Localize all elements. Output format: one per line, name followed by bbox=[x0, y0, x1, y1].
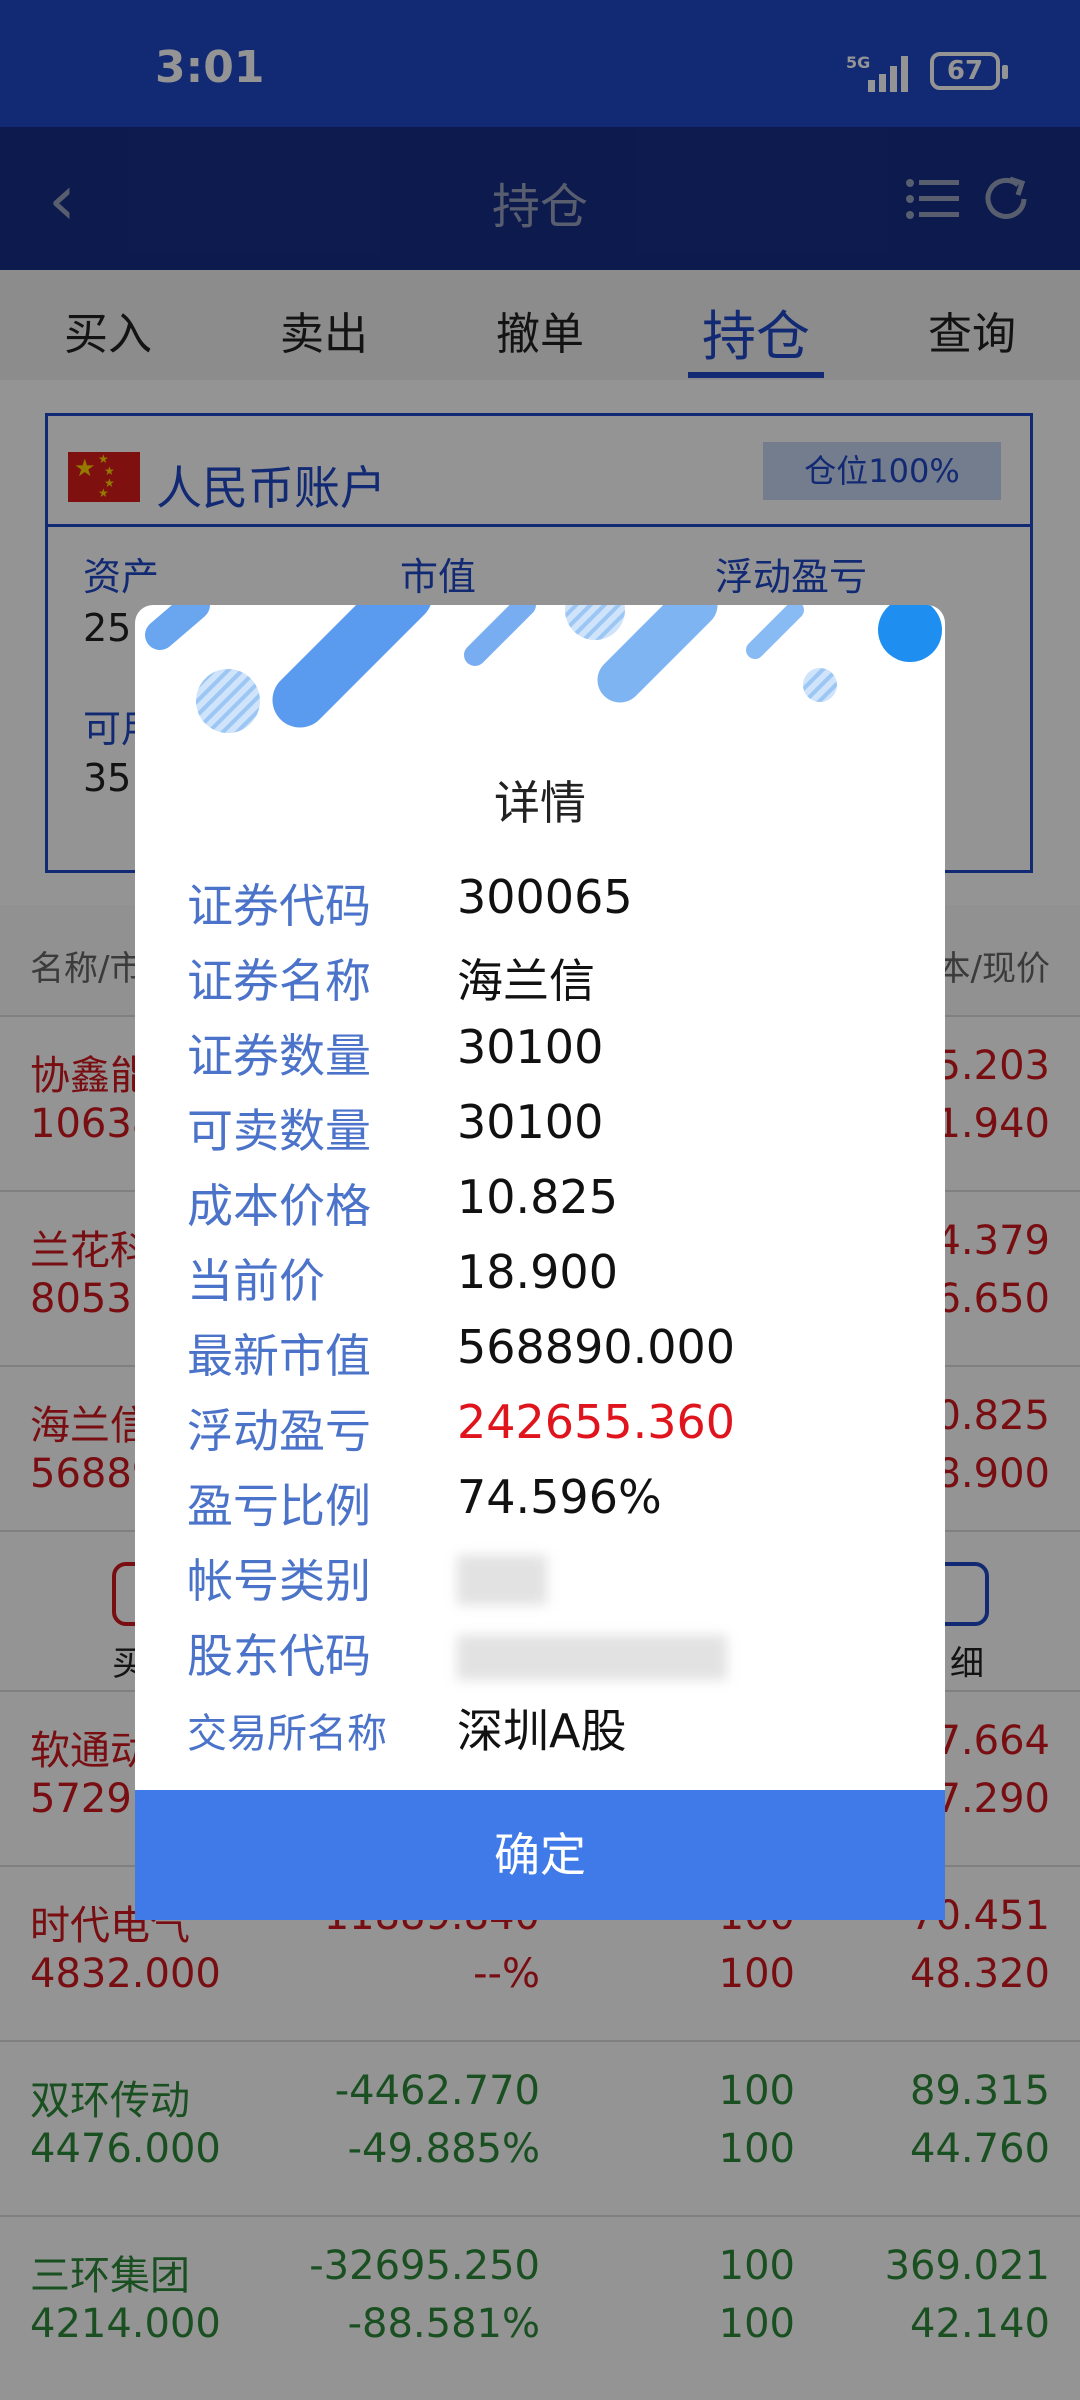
detail-row-pl-ratio: 盈亏比例 74.596% bbox=[187, 1470, 907, 1545]
detail-row-account-type: 帐号类别 bbox=[187, 1545, 907, 1620]
detail-value: 568890.000 bbox=[457, 1320, 736, 1374]
detail-row-market-value: 最新市值 568890.000 bbox=[187, 1320, 907, 1395]
detail-value: 74.596% bbox=[457, 1470, 662, 1524]
detail-value: 深圳A股 bbox=[457, 1704, 627, 1758]
detail-value: 242655.360 bbox=[457, 1395, 736, 1449]
detail-key: 当前价 bbox=[187, 1254, 325, 1308]
detail-dialog: 详情 证券代码 300065 证券名称 海兰信 证券数量 30100 可卖数量 … bbox=[135, 605, 945, 1920]
detail-value: 海兰信 bbox=[457, 954, 595, 1008]
detail-key: 证券名称 bbox=[187, 954, 371, 1008]
detail-row-sellable-quantity: 可卖数量 30100 bbox=[187, 1095, 907, 1170]
detail-row-shareholder-code: 股东代码 bbox=[187, 1620, 907, 1695]
detail-key: 股东代码 bbox=[187, 1629, 371, 1683]
detail-key: 成本价格 bbox=[187, 1179, 371, 1233]
detail-row-security-code: 证券代码 300065 bbox=[187, 870, 907, 945]
detail-row-cost-price: 成本价格 10.825 bbox=[187, 1170, 907, 1245]
detail-key: 交易所名称 bbox=[187, 1711, 387, 1757]
detail-key: 可卖数量 bbox=[187, 1104, 371, 1158]
detail-row-security-name: 证券名称 海兰信 bbox=[187, 945, 907, 1020]
redacted-value bbox=[457, 1635, 727, 1680]
detail-value: 30100 bbox=[457, 1020, 604, 1074]
detail-row-quantity: 证券数量 30100 bbox=[187, 1020, 907, 1095]
detail-value: 30100 bbox=[457, 1095, 604, 1149]
detail-key: 帐号类别 bbox=[187, 1554, 371, 1608]
detail-value: 10.825 bbox=[457, 1170, 618, 1224]
detail-row-floating-pl: 浮动盈亏 242655.360 bbox=[187, 1395, 907, 1470]
dialog-title: 详情 bbox=[494, 776, 586, 830]
detail-key: 盈亏比例 bbox=[187, 1479, 371, 1533]
detail-key: 浮动盈亏 bbox=[187, 1404, 371, 1458]
detail-row-current-price: 当前价 18.900 bbox=[187, 1245, 907, 1320]
detail-key: 最新市值 bbox=[187, 1329, 371, 1383]
dialog-header-decoration bbox=[145, 605, 942, 733]
detail-key: 证券代码 bbox=[187, 879, 371, 933]
confirm-button[interactable]: 确定 bbox=[135, 1790, 945, 1920]
detail-value: 18.900 bbox=[457, 1245, 618, 1299]
redacted-value bbox=[457, 1555, 547, 1605]
detail-value: 300065 bbox=[457, 870, 633, 924]
detail-row-exchange-name: 交易所名称 深圳A股 bbox=[187, 1695, 907, 1770]
detail-key: 证券数量 bbox=[187, 1029, 371, 1083]
